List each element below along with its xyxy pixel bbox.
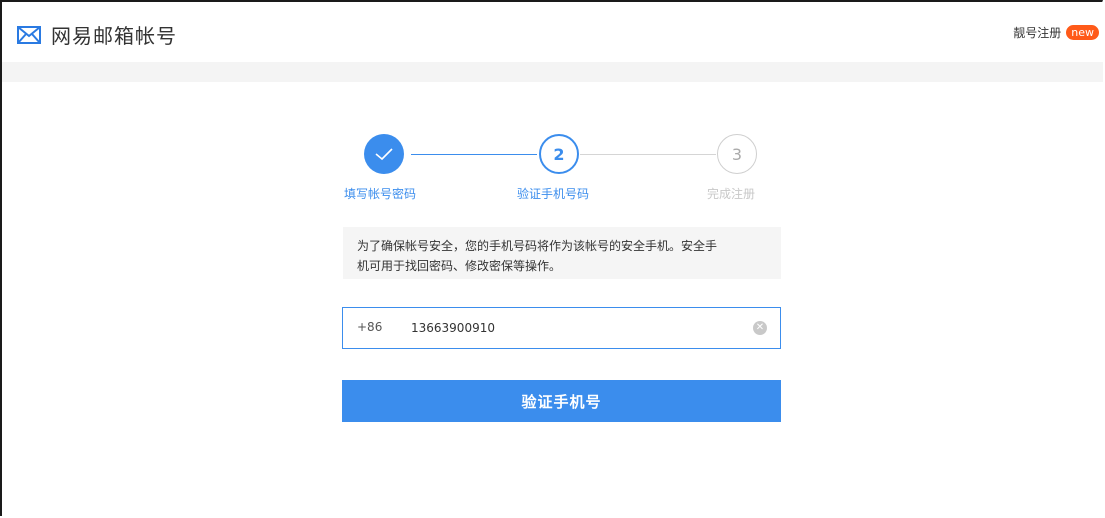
phone-input[interactable] (411, 316, 731, 340)
mail-envelope-icon (17, 26, 41, 44)
header-actions: 靓号注册 new (1013, 24, 1099, 41)
step-3-label: 完成注册 (707, 187, 756, 201)
clear-circle-icon[interactable]: ✕ (753, 321, 767, 335)
site-title: 网易邮箱帐号 (51, 24, 177, 48)
top-header: 网易邮箱帐号 靓号注册 new (2, 2, 1103, 62)
vip-register-link[interactable]: 靓号注册 (1013, 24, 1061, 41)
notice-line-1: 为了确保帐号安全，您的手机号码将作为该帐号的安全手机。安全手 (357, 239, 718, 253)
step-1-circle (364, 134, 404, 174)
step-connector-pending (580, 154, 716, 155)
check-icon (375, 148, 393, 161)
notice-line-2: 机可用于找回密码、修改密保等操作。 (357, 259, 562, 273)
step-1-label: 填写帐号密码 (344, 187, 417, 201)
phone-field[interactable]: +86 ✕ (342, 307, 781, 349)
header-divider-band (2, 62, 1103, 82)
step-3-circle: 3 (717, 134, 757, 174)
verify-phone-button[interactable]: 验证手机号 (342, 380, 781, 422)
security-notice: 为了确保帐号安全，您的手机号码将作为该帐号的安全手机。安全手 机可用于找回密码、… (343, 227, 781, 279)
country-code: +86 (357, 320, 383, 334)
step-2-circle: 2 (539, 134, 579, 174)
step-2-label: 验证手机号码 (517, 187, 590, 201)
step-connector-done (411, 154, 537, 155)
new-badge: new (1066, 25, 1099, 40)
